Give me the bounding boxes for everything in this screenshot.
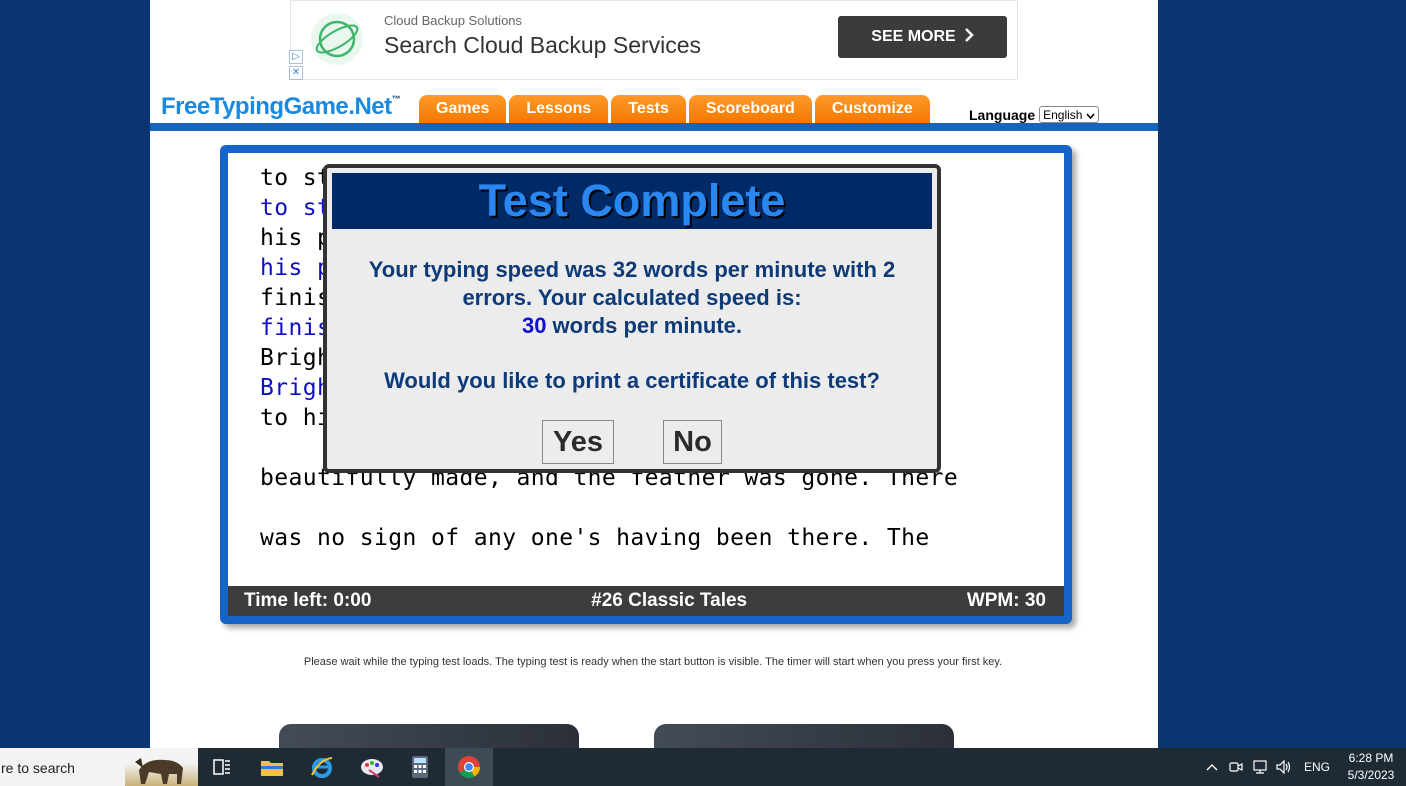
test-name: #26 Classic Tales xyxy=(591,590,748,611)
loading-notice: Please wait while the typing test loads.… xyxy=(303,656,1003,668)
result-message: Your typing speed was 32 words per minut… xyxy=(327,256,937,340)
language-label: Language xyxy=(969,106,1036,123)
language-value: English xyxy=(1043,107,1083,122)
network-icon[interactable] xyxy=(1248,748,1272,786)
typed-text-line: to hi xyxy=(260,405,332,431)
chevron-down-icon xyxy=(1086,108,1096,122)
ad-headline[interactable]: Search Cloud Backup Services xyxy=(384,32,701,59)
result-line-3: 30 words per minute. xyxy=(327,312,937,340)
site-logo[interactable]: FreeTypingGame.Net™ xyxy=(161,93,401,121)
adchoices-close-icon[interactable]: ✕ xyxy=(289,66,303,80)
certificate-question: Would you like to print a certificate of… xyxy=(384,368,880,393)
chevron-up-icon[interactable] xyxy=(1200,748,1224,786)
meet-now-icon[interactable] xyxy=(1224,748,1248,786)
chrome-icon[interactable] xyxy=(445,748,493,786)
nav-tab-tests[interactable]: Tests xyxy=(611,95,686,123)
nav-underline xyxy=(150,123,1158,131)
wpm-readout: WPM: 30 xyxy=(966,590,1046,611)
no-button[interactable]: No xyxy=(663,420,722,464)
typed-text-line: finis xyxy=(260,285,332,311)
see-more-button[interactable]: SEE MORE xyxy=(838,16,1007,58)
promo-card[interactable] xyxy=(279,724,579,748)
source-text-line: Brigh xyxy=(260,375,332,401)
nav-tab-customize[interactable]: Customize xyxy=(814,95,930,123)
typed-text-line: was no sign of any one's having been the… xyxy=(260,525,930,551)
task-view-icon[interactable] xyxy=(198,748,246,786)
time-left: Time left: 0:00 xyxy=(244,590,372,611)
chevron-right-icon xyxy=(964,27,974,47)
volume-icon[interactable] xyxy=(1272,748,1296,786)
clock-time: 6:28 PM xyxy=(1348,751,1394,765)
promo-card[interactable] xyxy=(654,724,954,748)
calculator-icon[interactable] xyxy=(396,748,444,786)
paint-icon[interactable] xyxy=(348,748,396,786)
system-tray: ENG 6:28 PM 5/3/2023 xyxy=(1200,748,1406,786)
nav-tab-lessons[interactable]: Lessons xyxy=(509,95,609,123)
status-bar: Time left: 0:00 #26 Classic Tales WPM: 3… xyxy=(228,586,1064,616)
see-more-label: SEE MORE xyxy=(871,28,956,45)
source-text-line: finis xyxy=(260,315,332,341)
input-language[interactable]: ENG xyxy=(1296,760,1342,774)
calculated-speed: 30 xyxy=(521,313,547,338)
trademark-mark: ™ xyxy=(391,94,401,104)
adchoices-play-icon[interactable]: ▷ xyxy=(289,50,303,64)
ad-brand: Cloud Backup Solutions xyxy=(384,13,523,28)
internet-explorer-icon[interactable] xyxy=(298,748,346,786)
main-nav: Games Lessons Tests Scoreboard Customize xyxy=(419,95,930,123)
speed-suffix: words per minute. xyxy=(546,313,743,338)
result-line-2: errors. Your calculated speed is: xyxy=(462,285,802,310)
yes-button[interactable]: Yes xyxy=(542,420,614,464)
language-picker: Language English xyxy=(969,106,1100,123)
taskbar-search[interactable]: re to search xyxy=(0,748,198,786)
ad-choices[interactable]: ▷ ✕ xyxy=(289,50,304,81)
test-complete-dialog: Test Complete Your typing speed was 32 w… xyxy=(323,164,941,473)
clock[interactable]: 6:28 PM 5/3/2023 xyxy=(1342,750,1406,784)
clock-date: 5/3/2023 xyxy=(1347,768,1395,782)
ad-banner[interactable]: Cloud Backup Solutions Search Cloud Back… xyxy=(289,0,1018,81)
taskbar: re to search ENG 6:28 PM 5/3/2023 xyxy=(0,748,1406,786)
cloud-logo-icon xyxy=(311,13,363,65)
search-placeholder: re to search xyxy=(1,760,75,776)
file-explorer-icon[interactable] xyxy=(248,748,296,786)
nav-tab-scoreboard[interactable]: Scoreboard xyxy=(688,95,812,123)
search-highlight-image xyxy=(125,748,198,786)
nav-tab-games[interactable]: Games xyxy=(419,95,507,123)
site-logo-text: FreeTypingGame.Net xyxy=(161,93,392,120)
result-line-1: Your typing speed was 32 words per minut… xyxy=(368,257,896,282)
language-select[interactable]: English xyxy=(1039,106,1100,123)
dialog-title: Test Complete xyxy=(332,173,932,229)
